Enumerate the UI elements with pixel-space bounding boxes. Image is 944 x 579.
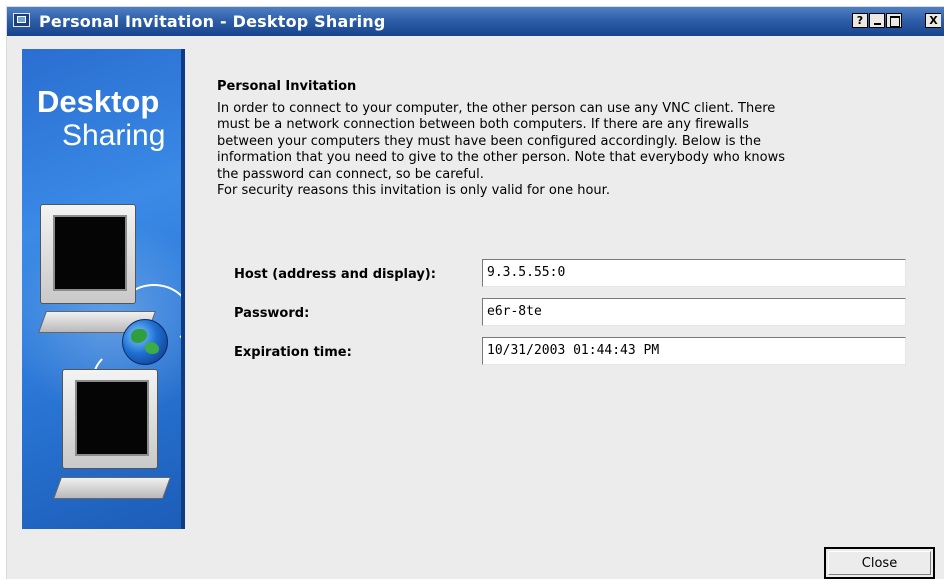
app-icon[interactable] bbox=[13, 13, 30, 27]
invitation-description: In order to connect to your computer, th… bbox=[217, 101, 937, 199]
window-title: Personal Invitation - Desktop Sharing bbox=[39, 12, 386, 31]
description-line: information that you need to give to the… bbox=[217, 150, 785, 166]
brand-line1: Desktop bbox=[37, 84, 160, 119]
brand-line2: Sharing bbox=[62, 119, 166, 152]
close-mnemonic: C bbox=[861, 555, 871, 571]
maximize-icon bbox=[890, 16, 900, 27]
close-label-rest: lose bbox=[870, 555, 898, 571]
password-label: Password: bbox=[234, 306, 310, 321]
minimize-button[interactable] bbox=[869, 13, 885, 28]
host-field[interactable]: 9.3.5.55:0 bbox=[482, 259, 906, 287]
password-field[interactable]: e6r-8te bbox=[482, 298, 906, 326]
description-line: For security reasons this invitation is … bbox=[217, 183, 610, 199]
expiration-field[interactable]: 10/31/2003 01:44:43 PM bbox=[482, 337, 906, 365]
sidebar-banner: Desktop Sharing bbox=[22, 49, 185, 529]
description-line: must be a network connection between bot… bbox=[217, 117, 749, 133]
globe-icon bbox=[122, 319, 168, 365]
section-title: Personal Invitation bbox=[217, 79, 357, 94]
expiration-label: Expiration time: bbox=[234, 345, 352, 360]
close-window-button[interactable]: X bbox=[925, 13, 941, 28]
monitor-icon bbox=[40, 204, 136, 304]
desktop-sharing-dialog: Personal Invitation - Desktop Sharing ? … bbox=[6, 6, 944, 579]
monitor-icon bbox=[62, 369, 158, 469]
close-button[interactable]: Close bbox=[824, 547, 935, 579]
maximize-button[interactable] bbox=[886, 13, 902, 28]
help-button[interactable]: ? bbox=[852, 13, 868, 28]
keyboard-icon bbox=[52, 477, 172, 499]
description-line: In order to connect to your computer, th… bbox=[217, 101, 776, 116]
title-bar[interactable]: Personal Invitation - Desktop Sharing ? … bbox=[7, 7, 944, 36]
minimize-icon bbox=[874, 23, 881, 25]
host-label: Host (address and display): bbox=[234, 267, 436, 282]
description-line: between your computers they must have be… bbox=[217, 133, 761, 149]
description-line: the password can connect, so be careful. bbox=[217, 166, 484, 182]
